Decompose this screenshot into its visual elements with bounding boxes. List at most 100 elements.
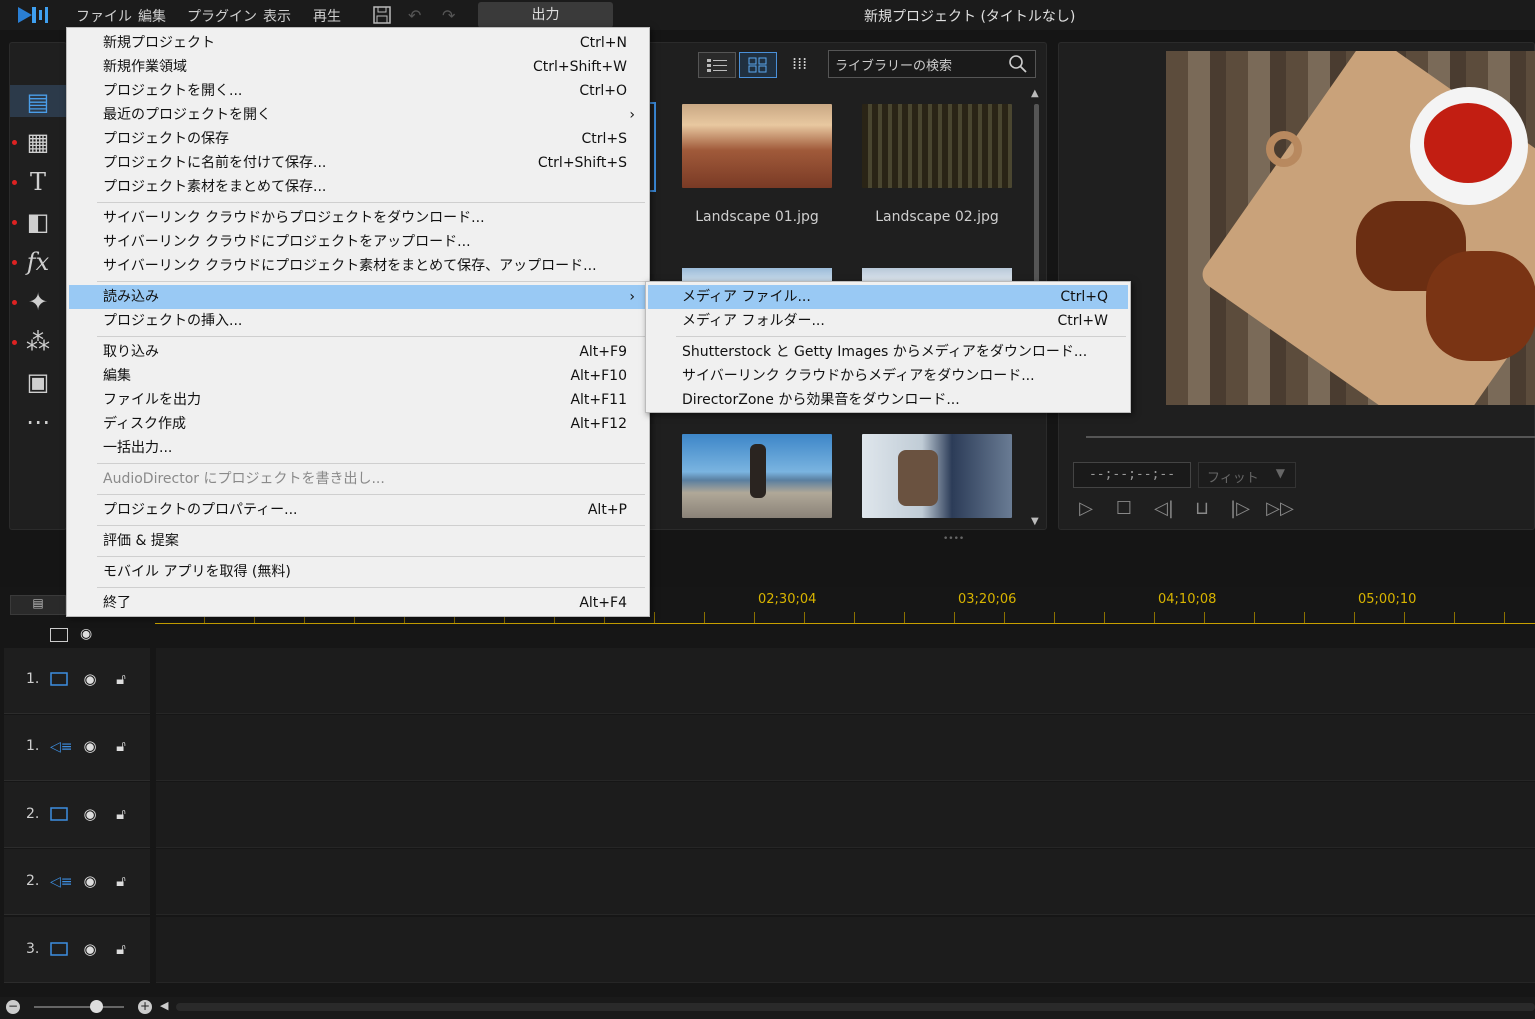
library-search-input[interactable]: ライブラリーの検索 [828,50,1036,78]
undo-icon[interactable]: ↶ [408,6,421,25]
menu-view[interactable]: 表示 [263,6,291,26]
track-lane[interactable] [156,715,1535,781]
menu-item-import[interactable]: 読み込み › [69,285,647,309]
menu-item-label: DirectorZone から効果音をダウンロード... [682,392,960,408]
template-room-icon[interactable]: ▦ [22,127,54,157]
next-frame-icon[interactable]: |▷ [1226,498,1254,522]
track-lane[interactable] [156,782,1535,848]
media-room-icon[interactable]: ▤ [22,87,54,117]
menu-item-cloud-pack-upload[interactable]: サイバーリンク クラウドにプロジェクト素材をまとめて保存、アップロード... [69,254,647,278]
menu-item-open-project[interactable]: プロジェクトを開く... Ctrl+O [69,79,647,103]
menu-playback[interactable]: 再生 [313,6,341,26]
menu-item-pack-project[interactable]: プロジェクト素材をまとめて保存... [69,175,647,199]
transition-room-icon[interactable]: ◧ [22,207,54,237]
list-view-button[interactable] [698,52,736,78]
menu-item-batch-produce[interactable]: 一括出力... [69,436,647,460]
media-thumbnail-landscape-01[interactable] [682,104,832,188]
zoom-out-icon[interactable]: − [6,1000,20,1014]
particle-room-icon[interactable]: ⁂ [22,327,54,357]
menu-item-create-disc[interactable]: ディスク作成 Alt+F12 [69,412,647,436]
menu-item-label: メディア ファイル... [682,289,811,305]
eye-icon[interactable]: ◉ [80,805,100,825]
menu-item-recent-projects[interactable]: 最近のプロジェクトを開く › [69,103,647,127]
split-icon[interactable]: ⊔ [1188,498,1216,522]
subtitle-room-icon[interactable]: ▣ [22,367,54,397]
menu-item-cloud-download[interactable]: サイバーリンク クラウドからプロジェクトをダウンロード... [69,206,647,230]
fast-forward-icon[interactable]: ▷▷ [1266,498,1294,522]
menu-item-capture[interactable]: 取り込み Alt+F9 [69,340,647,364]
lock-icon[interactable]: 🔓︎ [111,805,131,825]
menu-item-cloud-upload[interactable]: サイバーリンク クラウドにプロジェクトをアップロード... [69,230,647,254]
grid-view-button[interactable] [739,52,777,78]
menu-item-shortcut: Alt+F10 [570,368,627,384]
submenu-item-cloud-media[interactable]: サイバーリンク クラウドからメディアをダウンロード... [648,364,1128,388]
eye-icon[interactable]: ◉ [80,872,100,892]
zoom-slider-thumb[interactable] [90,1000,103,1013]
zoom-fit-select[interactable]: フィット ▼ [1198,462,1296,488]
track-lane[interactable] [156,917,1535,983]
save-icon[interactable] [372,5,392,25]
title-room-icon[interactable]: T [22,167,54,197]
more-rooms-icon[interactable]: ⋯ [22,407,54,437]
track-manager-icon[interactable]: ▤ [10,595,66,615]
menu-item-insert-project[interactable]: プロジェクトの挿入... [69,309,647,333]
play-icon[interactable]: ▷ [1072,498,1100,522]
menu-item-new-project[interactable]: 新規プロジェクト Ctrl+N [69,31,647,55]
media-thumbnail-skater[interactable] [682,434,832,518]
menu-plugin[interactable]: プラグイン [187,6,257,26]
scroll-left-icon[interactable]: ◀ [160,999,168,1012]
submenu-item-media-folder[interactable]: メディア フォルダー... Ctrl+W [648,309,1128,333]
menu-item-save-as[interactable]: プロジェクトに名前を付けて保存... Ctrl+Shift+S [69,151,647,175]
menu-item-edit[interactable]: 編集 Alt+F10 [69,364,647,388]
eye-icon[interactable]: ◉ [80,626,92,642]
menu-item-label: 評価 & 提案 [103,533,179,549]
panel-resize-handle[interactable]: •••• [943,534,964,544]
menu-item-produce[interactable]: ファイルを出力 Alt+F11 [69,388,647,412]
menu-edit[interactable]: 編集 [138,6,166,26]
stop-icon[interactable]: ☐ [1110,498,1138,522]
audio-track-icon: ◁≡ [50,739,73,755]
menu-item-mobile-app[interactable]: モバイル アプリを取得 (無料) [69,560,647,584]
media-thumbnail-train[interactable] [862,434,1012,518]
eye-icon[interactable]: ◉ [80,737,100,757]
zoom-slider[interactable] [34,1006,124,1008]
track-number: 2. [26,806,40,822]
submenu-item-media-file[interactable]: メディア ファイル... Ctrl+Q [648,285,1128,309]
menu-item-shortcut: Alt+F4 [579,595,627,611]
audio-track-icon: ◁≡ [50,874,73,890]
submenu-item-shutterstock-getty[interactable]: Shutterstock と Getty Images からメディアをダウンロー… [648,340,1128,364]
display-options-icon[interactable]: ⁞⁞⁞ [792,54,807,73]
pip-room-icon[interactable]: ✦ [22,287,54,317]
lock-icon[interactable]: 🔓︎ [111,872,131,892]
lock-icon[interactable]: 🔓︎ [111,670,131,690]
file-menu: 新規プロジェクト Ctrl+N 新規作業領域 Ctrl+Shift+W プロジェクト… [66,27,650,617]
menu-item-project-properties[interactable]: プロジェクトのプロパティー... Alt+P [69,498,647,522]
menu-item-save-project[interactable]: プロジェクトの保存 Ctrl+S [69,127,647,151]
track-number: 1. [26,671,40,687]
redo-icon[interactable]: ↷ [442,6,455,25]
previous-frame-icon[interactable]: ◁| [1150,498,1178,522]
menu-item-new-workspace[interactable]: 新規作業領域 Ctrl+Shift+W [69,55,647,79]
preview-seek-bar[interactable] [1086,436,1535,438]
media-thumbnail-partial[interactable] [682,268,832,282]
submenu-item-directorzone-sfx[interactable]: DirectorZone から効果音をダウンロード... [648,388,1128,412]
media-thumbnail-partial[interactable] [862,268,1012,282]
search-icon[interactable] [1008,54,1028,74]
lock-icon[interactable]: 🔓︎ [111,940,131,960]
output-tab-button[interactable]: 出力 [478,2,613,28]
media-thumbnail-landscape-02[interactable] [862,104,1012,188]
menu-file[interactable]: ファイル [76,6,132,26]
menu-separator [97,587,645,588]
lock-icon[interactable]: 🔓︎ [111,737,131,757]
track-lane[interactable] [156,648,1535,714]
track-lane[interactable] [156,849,1535,915]
submenu-arrow-icon: › [629,107,635,123]
eye-icon[interactable]: ◉ [80,940,100,960]
eye-icon[interactable]: ◉ [80,670,100,690]
timeline-scrollbar[interactable] [176,1003,1535,1011]
menu-item-exit[interactable]: 終了 Alt+F4 [69,591,647,615]
track-number: 1. [26,738,40,754]
zoom-in-icon[interactable]: + [138,1000,152,1014]
menu-item-rate-suggest[interactable]: 評価 & 提案 [69,529,647,553]
effect-room-icon[interactable]: fx [22,247,54,277]
